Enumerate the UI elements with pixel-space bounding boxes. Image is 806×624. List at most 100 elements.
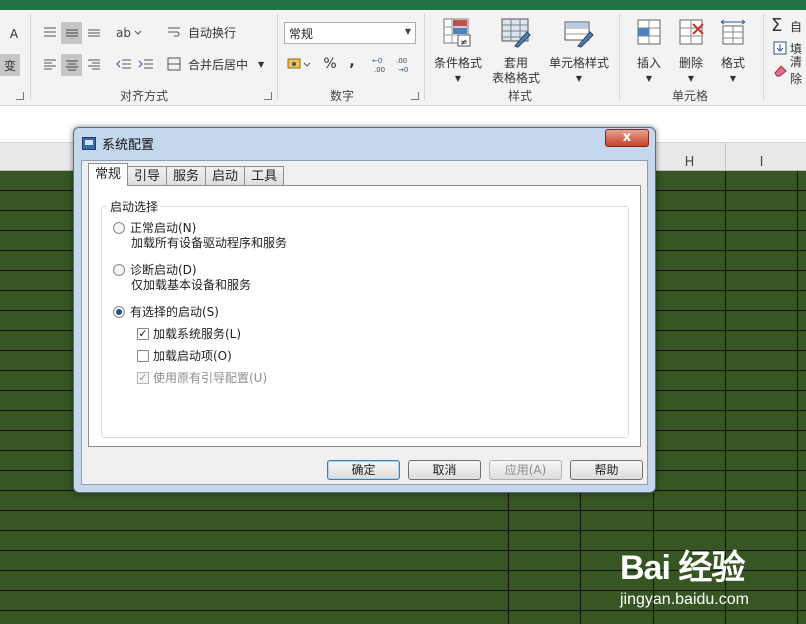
comma-style-button[interactable]: , <box>346 54 358 70</box>
selective-startup-radio[interactable]: 有选择的启动(S) <box>113 303 219 320</box>
conditional-format-label: 条件格式 <box>433 56 482 70</box>
checkmark-icon: ✓ <box>137 326 149 340</box>
load-system-services-checkbox[interactable]: ✓ 加载系统服务(L) <box>137 325 241 342</box>
tab-startup[interactable]: 启动 <box>205 166 246 186</box>
close-icon: x <box>622 130 632 145</box>
format-as-table-icon <box>486 18 546 52</box>
dialog-body: 常规 引导 服务 启动 工具 启动选择 正常启动(N) 加载所有设备驱动程序和服… <box>81 160 648 485</box>
column-header-h[interactable]: H <box>653 143 725 171</box>
cell-styles-icon <box>546 18 612 52</box>
cell-styles-button[interactable]: 单元格样式 ▼ <box>546 18 612 86</box>
ribbon-separator <box>30 14 31 100</box>
tab-tools[interactable]: 工具 <box>244 166 285 186</box>
dialog-title: 系统配置 <box>102 137 155 153</box>
decrease-indent-icon[interactable] <box>114 54 134 74</box>
format-cells-button[interactable]: 格式 ▼ <box>714 18 752 86</box>
fill-icon[interactable] <box>772 40 788 56</box>
eraser-icon[interactable] <box>772 62 788 78</box>
tab-boot[interactable]: 引导 <box>127 166 168 186</box>
font-dialog-launcher-icon[interactable] <box>16 92 24 100</box>
load-startup-items-checkbox[interactable]: 加载启动项(O) <box>137 347 232 364</box>
chevron-down-icon: ▼ <box>404 27 411 36</box>
ribbon-separator <box>763 14 764 100</box>
grid-column-line <box>797 171 798 624</box>
number-format-value: 常规 <box>289 27 314 41</box>
format-cells-label: 格式 <box>720 56 745 70</box>
excel-title-bar <box>0 0 806 10</box>
diagnostic-startup-description: 仅加载基本设备和服务 <box>131 278 252 292</box>
checkmark-disabled-icon: ✓ <box>137 370 149 384</box>
insert-cells-button[interactable]: 插入 ▼ <box>630 18 668 86</box>
decrease-decimal-icon[interactable]: .00 →0 <box>396 54 416 74</box>
wrap-text-button[interactable]: 自动换行 <box>188 24 236 40</box>
alignment-group-label: 对齐方式 <box>120 89 169 103</box>
number-format-select[interactable]: 常规 ▼ <box>284 22 416 44</box>
font-size-increase-icon[interactable]: A <box>6 26 22 42</box>
align-center-icon[interactable] <box>61 54 82 76</box>
column-header-i[interactable]: I <box>725 143 797 171</box>
checkbox-empty-icon <box>137 349 149 362</box>
ribbon-separator <box>619 14 620 100</box>
format-as-table-label-line2: 表格格式 <box>491 71 540 85</box>
insert-cells-label: 插入 <box>636 56 661 70</box>
cells-group-label: 单元格 <box>672 89 709 103</box>
conditional-format-icon: ≠ <box>430 18 486 52</box>
delete-cells-button[interactable]: 删除 ▼ <box>672 18 710 86</box>
radio-selected-icon <box>113 305 125 318</box>
ok-button[interactable]: 确定 <box>327 460 400 480</box>
alignment-dialog-launcher-icon[interactable] <box>264 92 272 100</box>
watermark-logo: Bai 经验 <box>620 549 745 587</box>
format-as-table-label-line1: 套用 <box>503 56 528 70</box>
radio-icon <box>113 221 125 234</box>
align-middle-icon[interactable] <box>61 22 82 44</box>
normal-startup-description: 加载所有设备驱动程序和服务 <box>131 236 288 250</box>
load-system-services-label: 加载系统服务(L) <box>153 327 242 341</box>
merge-dropdown-icon[interactable]: ▼ <box>258 56 264 72</box>
merge-center-icon[interactable] <box>166 56 182 72</box>
svg-text:ab: ab <box>116 26 131 39</box>
delete-cells-icon <box>672 18 710 52</box>
format-as-table-button[interactable]: 套用 表格格式 <box>486 18 546 86</box>
cancel-button[interactable]: 取消 <box>408 460 481 480</box>
percent-style-button[interactable]: % <box>322 56 338 72</box>
svg-text:←0: ←0 <box>372 57 382 65</box>
format-cells-icon <box>714 18 752 52</box>
ribbon: A 变 ab 自动换行 合并后居中 ▼ 对齐方式 常规 ▼ % , ←0 .00… <box>0 10 806 106</box>
merge-center-button[interactable]: 合并后居中 <box>188 56 248 72</box>
conditional-format-button[interactable]: ≠ 条件格式 ▼ <box>430 18 486 86</box>
ribbon-separator <box>277 14 278 100</box>
increase-decimal-icon[interactable]: ←0.00 <box>372 54 392 74</box>
close-button[interactable]: x <box>605 129 649 147</box>
autosum-icon[interactable]: Σ <box>771 15 782 36</box>
dialog-title-bar[interactable]: 系统配置 <box>82 133 154 153</box>
increase-indent-icon[interactable] <box>136 54 156 74</box>
dialog-tabs: 常规 引导 服务 启动 工具 <box>88 163 285 186</box>
wrap-text-icon[interactable] <box>166 24 182 40</box>
number-dialog-launcher-icon[interactable] <box>411 92 419 100</box>
msconfig-app-icon <box>82 136 96 150</box>
autosum-label[interactable]: 自 <box>790 18 802 34</box>
load-startup-items-label: 加载启动项(O) <box>153 349 232 363</box>
number-group-label: 数字 <box>330 89 355 103</box>
svg-text:→0: →0 <box>398 66 408 73</box>
ribbon-separator <box>424 14 425 100</box>
selective-startup-label: 有选择的启动(S) <box>130 305 219 319</box>
align-bottom-icon[interactable] <box>84 22 104 42</box>
accounting-format-icon[interactable] <box>286 54 314 74</box>
insert-cells-icon <box>630 18 668 52</box>
svg-text:.00: .00 <box>374 66 385 73</box>
styles-group-label: 样式 <box>508 89 533 103</box>
cell-styles-label: 单元格样式 <box>548 56 609 70</box>
help-button[interactable]: 帮助 <box>570 460 643 480</box>
align-top-icon[interactable] <box>40 22 60 42</box>
tab-general[interactable]: 常规 <box>88 163 129 186</box>
phonetic-icon[interactable]: 变 <box>0 54 20 76</box>
align-left-icon[interactable] <box>40 54 60 74</box>
align-right-icon[interactable] <box>84 54 104 74</box>
apply-button: 应用(A) <box>489 460 562 480</box>
tab-services[interactable]: 服务 <box>166 166 207 186</box>
watermark-site: jingyan.baidu.com <box>620 591 749 608</box>
clear-label[interactable]: 清除 <box>790 55 806 86</box>
svg-text:.00: .00 <box>396 57 407 65</box>
orientation-icon[interactable]: ab <box>114 22 144 42</box>
